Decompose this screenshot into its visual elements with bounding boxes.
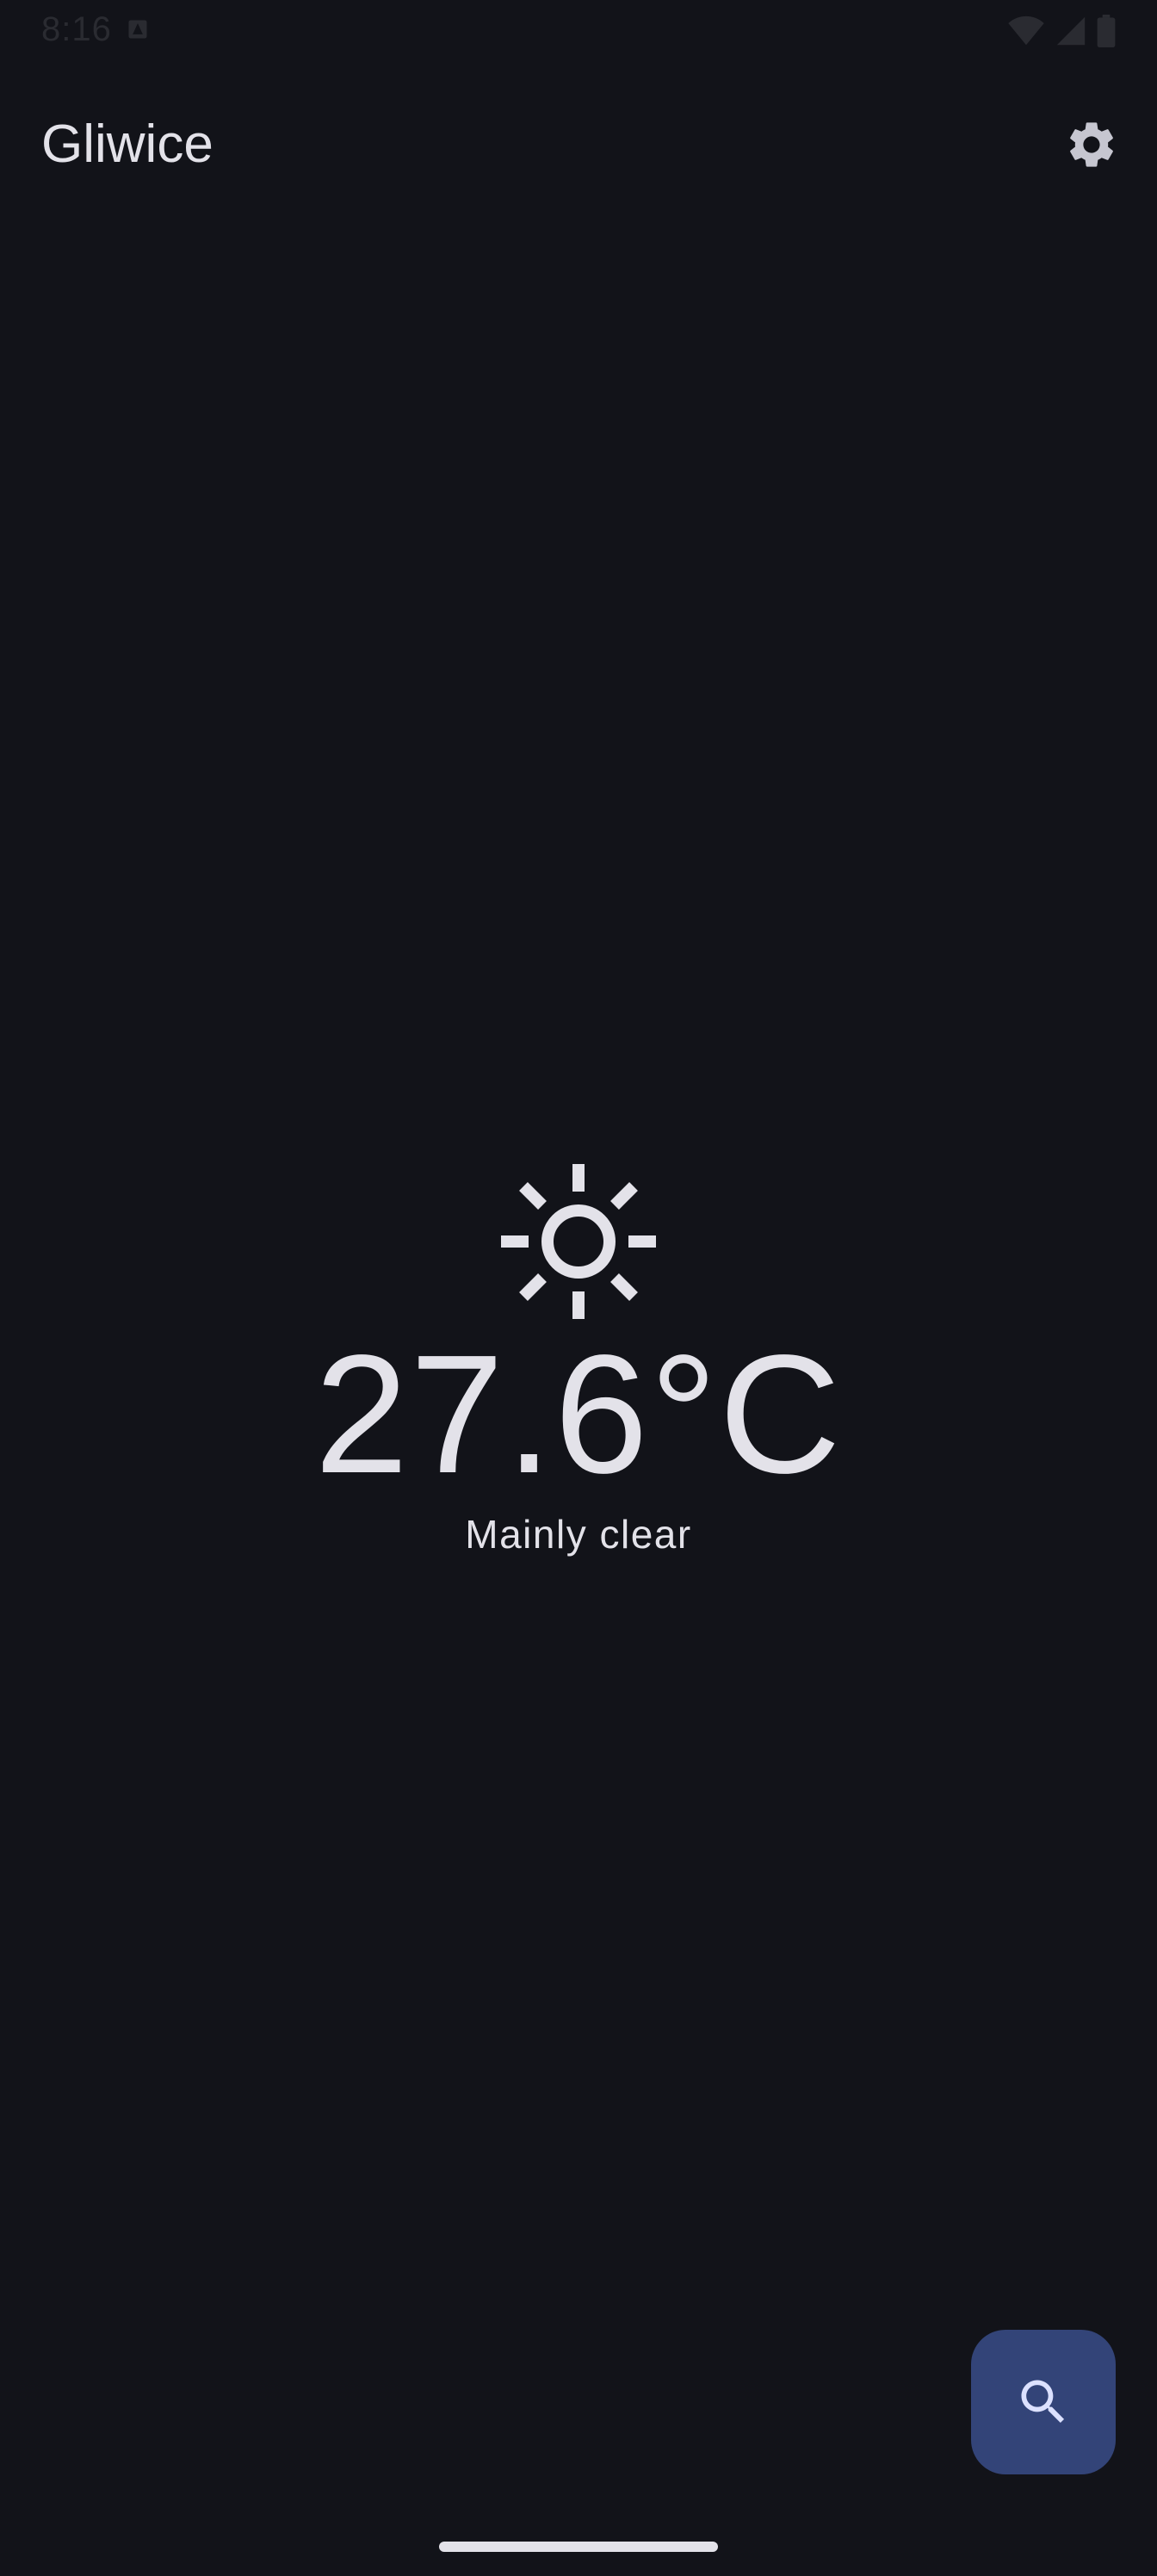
gear-icon: [1070, 122, 1113, 167]
top-app-bar: Gliwice: [0, 95, 1157, 198]
status-bar: 8:16: [0, 0, 1157, 62]
battery-icon: [1097, 15, 1116, 47]
notification-icon: [128, 20, 147, 39]
search-button[interactable]: [971, 2330, 1116, 2474]
weather-condition: Mainly clear: [465, 1512, 692, 1557]
signal-icon: [1056, 16, 1086, 46]
page-title: Gliwice: [41, 115, 213, 174]
current-weather: 27.6°C Mainly clear: [0, 1162, 1157, 1560]
gesture-handle[interactable]: [439, 2542, 718, 2552]
wifi-icon: [1008, 15, 1044, 46]
temperature-value: 27.6°C: [314, 1320, 843, 1508]
status-time: 8:16: [41, 10, 112, 48]
status-icons: [1007, 14, 1116, 48]
search-icon: [1021, 2380, 1065, 2424]
sun-icon: [501, 1164, 656, 1319]
weather-screen: 8:16 Gliwice 27.6°C Mainly clear: [0, 0, 1157, 2576]
settings-button[interactable]: [1050, 103, 1133, 186]
